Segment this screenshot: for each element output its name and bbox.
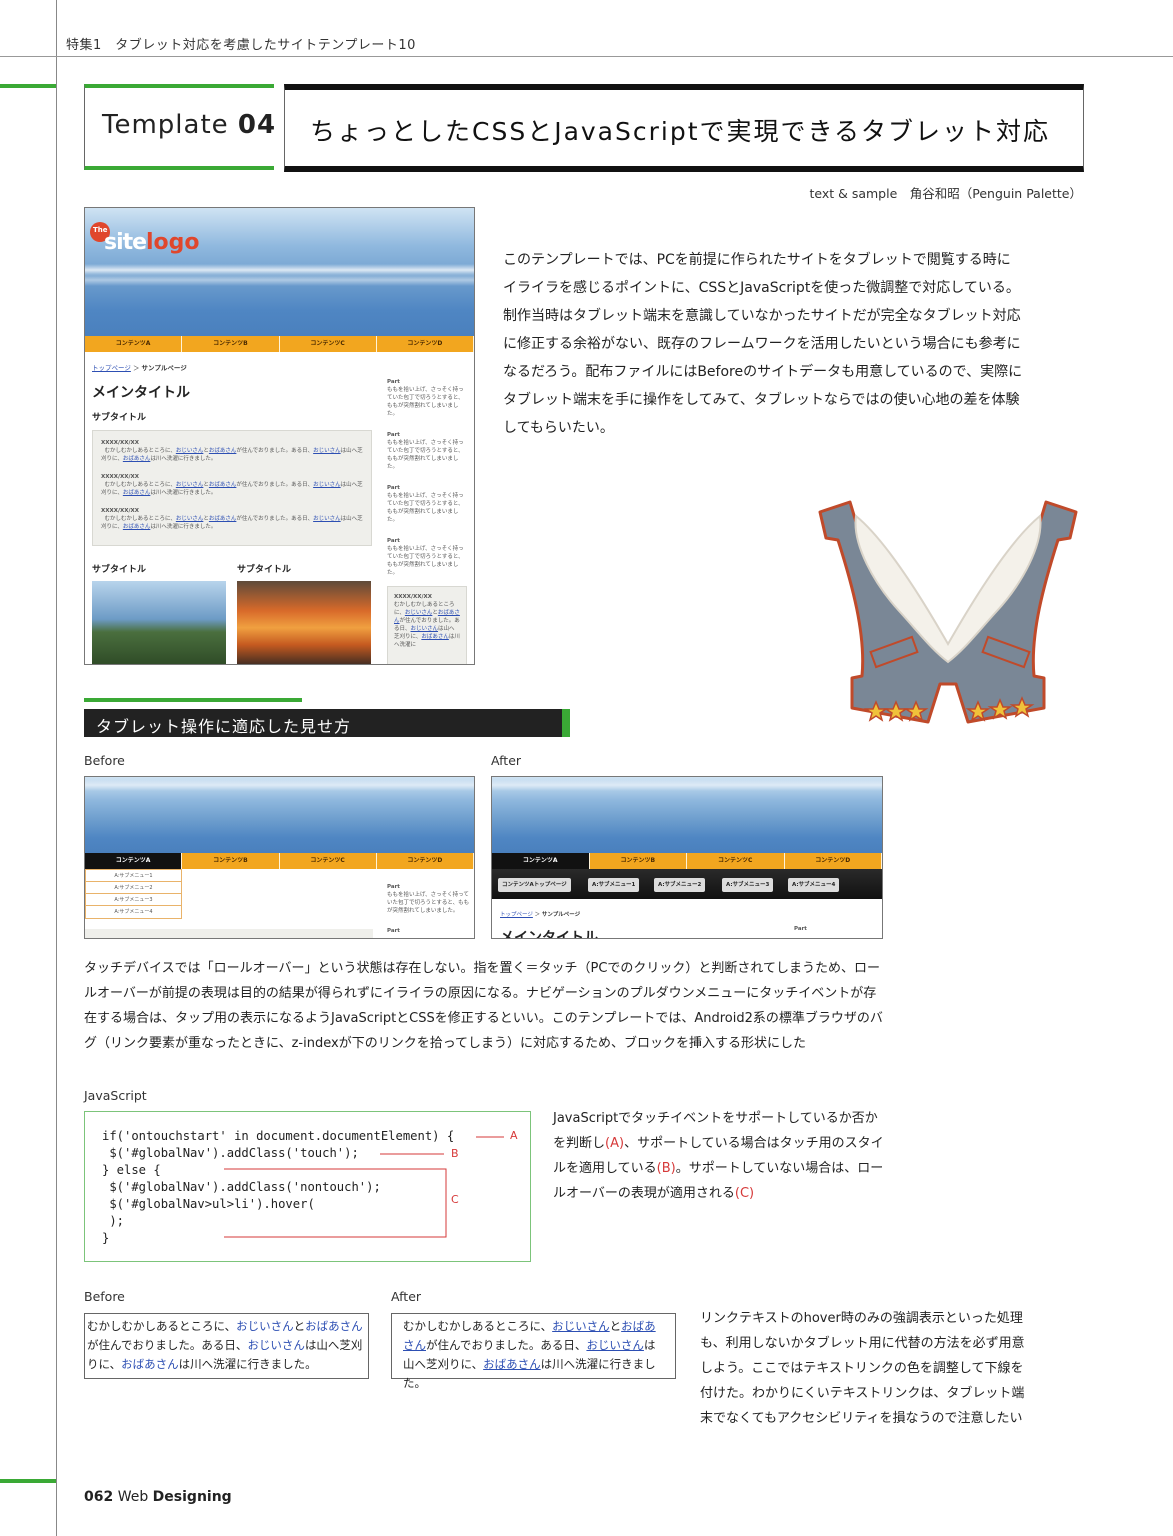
article-title: ちょっとしたCSSとJavaScriptで実現できるタブレット対応 [310,117,1051,146]
before-label: Before [84,753,125,768]
text-link[interactable]: おばあさん [483,1357,541,1371]
running-head: 特集1 タブレット対応を考慮したサイトテンプレート10 [66,38,416,53]
sunset-photo [237,581,371,664]
after-nav-screenshot: コンテンツA コンテンツB コンテンツC コンテンツD コンテンツAトップページ A:… [491,776,883,939]
mock-sidebar-part: Part ももを拾い上げ、さっそく持っていた包丁で切ろうとすると、ももが突然割れて… [387,884,470,914]
mock-subtitle: サブタイトル [237,565,292,575]
mock-global-nav: コンテンツA コンテンツB コンテンツC コンテンツD [85,336,474,352]
mock-subtitle: サブタイトル [92,413,147,423]
after-label: After [491,753,522,768]
coast-photo [92,581,226,664]
folio: 062 Web Designing [84,1489,232,1505]
code-label: JavaScript [84,1088,147,1103]
section-accent [84,698,302,702]
margin-rule [56,0,57,1536]
before-nav-screenshot: コンテンツA コンテンツB コンテンツC コンテンツD A:サブメニュー1 A:サブメ… [84,776,475,939]
touch-submenu-block: コンテンツAトップページ A:サブメニュー1 A:サブメニュー2 A:サブメニュ… [492,869,882,899]
after-label: After [391,1289,422,1304]
mock-breadcrumb: トップページ ＞ サンプルページ [500,912,581,918]
link-explanation: リンクテキストのhover時のみの強調表示といった処理も、利用しないかタブレット… [700,1311,1025,1426]
mock-sidebar-part: Part ももを拾い上げ、さっそく持っていた包丁で切ろうとすると、ももが突然割れて… [387,538,464,576]
text-link[interactable]: おじいさん [236,1319,294,1333]
template-label: Template 04 [102,110,277,140]
green-margin-mark [0,84,56,88]
green-margin-mark [0,1479,56,1483]
text-link[interactable]: おじいさん [552,1319,610,1333]
code-markers [224,1136,504,1238]
template-screenshot: The site logo コンテンツA コンテンツB コンテンツC コンテンツD ト… [84,207,475,665]
link-demo-after: むかしむかしあるところに、おじいさんとおばあさんが住んでおりました。ある日、おじ… [391,1313,676,1390]
marker-c: C [451,1193,459,1206]
mock-sidebar-news: XXXX/XX/XX むかしむかしあるところに、おじいさんとおばあさんが住んでおり… [387,586,467,664]
body-paragraph: タッチデバイスでは「ロールオーバー」という状態は存在しない。指を置く＝タッチ（P… [84,961,883,1051]
mock-sidebar-part: Part ももを拾い上げ、さっそく持っていた包丁で切ろうとすると、ももが突然割れて… [387,379,464,417]
code-explanation: JavaScriptでタッチイベントをサポートしているか否かを判断し(A)、サポ… [553,1111,884,1201]
mock-sidebar-part: Part ももを拾い上げ、さっそく持っていた包丁で切ろうとすると、ももが突然割れて… [387,432,464,470]
mock-sidebar-part: Part ももを拾い上げ、さっそく持っていた包丁で切ろうとすると、ももが突然割れて… [387,485,464,523]
text-link[interactable]: おじいさん [247,1338,305,1352]
mock-global-nav: コンテンツA コンテンツB コンテンツC コンテンツD [85,853,474,869]
byline: text & sample 角谷和昭（Penguin Palette） [809,186,1082,201]
marker-a: A [510,1129,518,1142]
header-rule [0,56,1173,57]
link-demo-before: むかしむかしあるところに、おじいさんとおばあさんが住んでおりました。ある日、おじ… [84,1313,369,1379]
text-link[interactable]: おばあさん [121,1357,179,1371]
mock-main-title: メインタイトル [92,385,190,401]
before-label: Before [84,1289,125,1304]
template-number: 04 [237,110,277,140]
text-link[interactable]: おばあさん [305,1319,363,1333]
section-heading: タブレット操作に適応した見せ方 [96,717,352,736]
mock-breadcrumb: トップページ ＞ サンプルページ [92,364,187,372]
pulldown-menu: A:サブメニュー1 A:サブメニュー2 A:サブメニュー3 A:サブメニュー4 [85,869,182,919]
site-logo: The site logo [90,218,202,255]
vest-illustration [818,500,1078,724]
mock-subtitle: サブタイトル [92,565,147,575]
mock-global-nav: コンテンツA コンテンツB コンテンツC コンテンツD [492,853,882,869]
text-link[interactable]: おじいさん [586,1338,644,1352]
mock-main-title: メインタイトル [500,930,598,939]
mock-news-box: XXXX/XX/XX むかしむかしあるところに、おじいさんとおばあさんが住んでお… [92,430,372,546]
intro-paragraph: このテンプレートでは、PCを前提に作られたサイトをタブレットで閲覧する時にイライ… [503,252,1023,436]
marker-b: B [451,1147,459,1160]
